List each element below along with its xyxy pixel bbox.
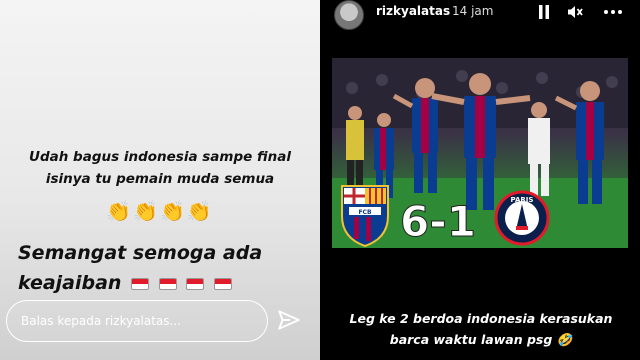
mute-icon[interactable] [566,3,584,21]
left-story-panel: Udah bagus indonesia sampe final isinya … [0,0,320,360]
send-icon[interactable] [276,307,302,333]
caption-line: Leg ke 2 berdoa indonesia kerasukan [349,311,613,326]
right-story-panel: rizkyalatas 14 jam FCB 6-1 PARIS Leg ke … [320,0,640,360]
psg-crest-icon: PARIS [494,190,550,246]
reply-input[interactable]: Balas kepada rizkyalatas... [6,300,268,342]
indonesia-flag-icon [131,277,150,290]
caption-line: isinya tu pemain muda semua [45,171,275,187]
caption-line: Semangat semoga ada [18,242,263,264]
username[interactable]: rizkyalatas [376,4,450,18]
story-photo: FCB 6-1 PARIS [332,58,628,248]
story-caption: Leg ke 2 berdoa indonesia kerasukan barc… [336,308,626,350]
barcelona-crest-icon: FCB [341,185,389,248]
indonesia-flag-icon [158,277,177,290]
caption-line-with-flags: keajaiban [18,268,308,298]
story-caption-bottom: Semangat semoga ada keajaiban [18,238,308,298]
pause-icon[interactable] [536,4,552,20]
story-caption-top: Udah bagus indonesia sampe final isinya … [12,146,308,190]
barca-crest-text: FCB [358,209,372,216]
avatar[interactable] [334,0,364,30]
caption-line: barca waktu lawan psg 🤣 [389,332,573,347]
caption-line: keajaiban [18,272,122,294]
match-score: 6-1 [400,197,476,246]
clap-emoji-row: 👏👏👏👏 [106,199,214,223]
psg-crest-text: PARIS [511,196,534,204]
indonesia-flag-icon [213,277,232,290]
more-options-icon[interactable] [602,3,624,21]
match-photo-illustration: FCB 6-1 PARIS [332,58,628,248]
caption-line: Udah bagus indonesia sampe final [29,149,291,165]
timestamp: 14 jam [452,4,494,18]
indonesia-flag-icon [186,277,205,290]
